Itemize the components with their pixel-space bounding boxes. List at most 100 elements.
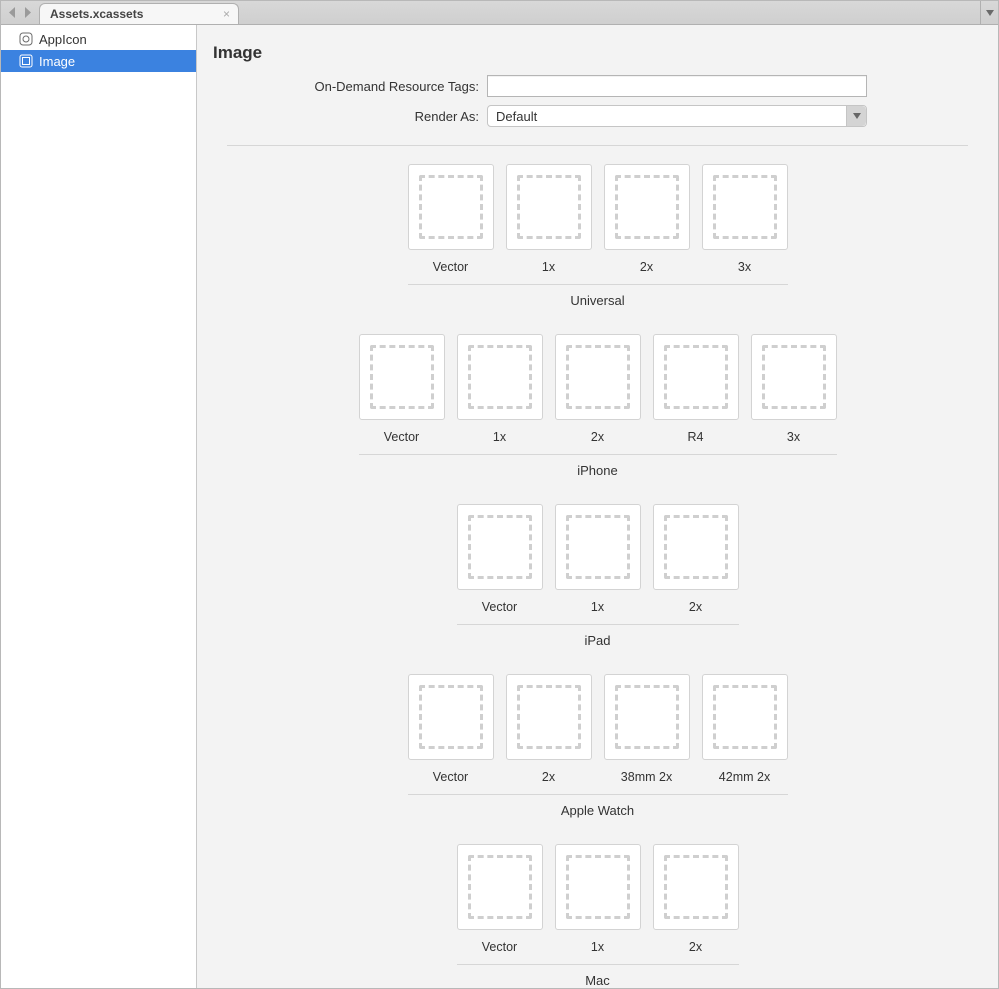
divider xyxy=(457,964,739,965)
divider xyxy=(408,794,788,795)
divider xyxy=(457,624,739,625)
image-well[interactable] xyxy=(457,504,543,590)
slot-label: Vector xyxy=(482,940,517,954)
group-title: Universal xyxy=(570,293,624,308)
empty-slot-icon xyxy=(468,855,532,919)
sidebar-item-appicon[interactable]: AppIcon xyxy=(1,28,196,50)
image-well[interactable] xyxy=(457,844,543,930)
image-well[interactable] xyxy=(751,334,837,420)
slot-label: 3x xyxy=(787,430,800,444)
empty-slot-icon xyxy=(664,855,728,919)
slot-group-apple-watch: Vector2x38mm 2x42mm 2xApple Watch xyxy=(408,674,788,818)
image-slot: 1x xyxy=(555,504,641,614)
slot-label: 1x xyxy=(542,260,555,274)
image-slot: 42mm 2x xyxy=(702,674,788,784)
image-well[interactable] xyxy=(408,164,494,250)
sidebar-item-label: Image xyxy=(39,54,75,69)
image-well[interactable] xyxy=(653,334,739,420)
tags-label: On-Demand Resource Tags: xyxy=(197,79,487,94)
empty-slot-icon xyxy=(419,685,483,749)
image-well[interactable] xyxy=(702,674,788,760)
tab-bar: Assets.xcassets × xyxy=(1,1,998,25)
image-slot: Vector xyxy=(359,334,445,444)
image-well[interactable] xyxy=(555,844,641,930)
slot-label: 2x xyxy=(542,770,555,784)
empty-slot-icon xyxy=(664,515,728,579)
sidebar-item-label: AppIcon xyxy=(39,32,87,47)
image-well[interactable] xyxy=(506,164,592,250)
image-well[interactable] xyxy=(506,674,592,760)
image-well[interactable] xyxy=(653,504,739,590)
slot-label: 38mm 2x xyxy=(621,770,672,784)
render-as-select[interactable]: Default xyxy=(487,105,867,127)
image-slot: 3x xyxy=(751,334,837,444)
image-slot: Vector xyxy=(408,674,494,784)
appicon-icon xyxy=(19,32,33,46)
empty-slot-icon xyxy=(762,345,826,409)
slot-label: Vector xyxy=(482,600,517,614)
nav-back-icon[interactable] xyxy=(9,7,17,18)
chevron-down-icon xyxy=(846,106,866,126)
empty-slot-icon xyxy=(468,515,532,579)
slot-label: 2x xyxy=(591,430,604,444)
image-slot: 2x xyxy=(653,844,739,954)
tab-nav xyxy=(1,1,39,24)
image-slot: 1x xyxy=(555,844,641,954)
image-well[interactable] xyxy=(702,164,788,250)
slot-label: 2x xyxy=(689,600,702,614)
imageset-icon xyxy=(19,54,33,68)
slot-label: 3x xyxy=(738,260,751,274)
slot-label: 1x xyxy=(493,430,506,444)
tags-input[interactable] xyxy=(487,75,867,97)
render-as-label: Render As: xyxy=(197,109,487,124)
image-slot: 1x xyxy=(457,334,543,444)
image-well[interactable] xyxy=(408,674,494,760)
divider xyxy=(408,284,788,285)
image-well[interactable] xyxy=(457,334,543,420)
tab-overflow-button[interactable] xyxy=(980,1,998,24)
empty-slot-icon xyxy=(468,345,532,409)
slot-label: 1x xyxy=(591,600,604,614)
image-slot: Vector xyxy=(457,844,543,954)
slot-group-universal: Vector 1x 2x 3x Universal xyxy=(408,164,788,308)
slot-label: 42mm 2x xyxy=(719,770,770,784)
empty-slot-icon xyxy=(566,855,630,919)
image-well[interactable] xyxy=(604,674,690,760)
image-slot: 38mm 2x xyxy=(604,674,690,784)
image-slot: 2x xyxy=(653,504,739,614)
slot-groups: Vector 1x 2x 3x Universal Vector 1x 2x R4 3x iPhon… xyxy=(197,164,998,988)
slot-label: 1x xyxy=(591,940,604,954)
image-slot: 2x xyxy=(555,334,641,444)
empty-slot-icon xyxy=(370,345,434,409)
image-slot: Vector xyxy=(457,504,543,614)
image-slot: 2x xyxy=(604,164,690,274)
image-slot: 3x xyxy=(702,164,788,274)
nav-forward-icon[interactable] xyxy=(23,7,31,18)
tab-assets[interactable]: Assets.xcassets × xyxy=(39,3,239,24)
empty-slot-icon xyxy=(419,175,483,239)
page-title: Image xyxy=(197,25,998,75)
image-well[interactable] xyxy=(555,334,641,420)
sidebar-item-image[interactable]: Image xyxy=(1,50,196,72)
image-well[interactable] xyxy=(653,844,739,930)
image-well[interactable] xyxy=(604,164,690,250)
slot-label: 2x xyxy=(689,940,702,954)
image-slot: 2x xyxy=(506,674,592,784)
close-icon[interactable]: × xyxy=(223,8,230,20)
slot-label: Vector xyxy=(433,770,468,784)
slot-group-iphone: Vector 1x 2x R4 3x iPhone xyxy=(359,334,837,478)
image-well[interactable] xyxy=(555,504,641,590)
slot-group-mac: Vector1x2xMac xyxy=(457,844,739,988)
group-title: iPhone xyxy=(577,463,617,478)
image-slot: R4 xyxy=(653,334,739,444)
slot-label: R4 xyxy=(688,430,704,444)
empty-slot-icon xyxy=(517,175,581,239)
slot-label: Vector xyxy=(433,260,468,274)
divider xyxy=(359,454,837,455)
image-slot: Vector xyxy=(408,164,494,274)
empty-slot-icon xyxy=(713,175,777,239)
empty-slot-icon xyxy=(517,685,581,749)
tab-title: Assets.xcassets xyxy=(50,7,143,21)
image-well[interactable] xyxy=(359,334,445,420)
slot-group-ipad: Vector1x2xiPad xyxy=(457,504,739,648)
